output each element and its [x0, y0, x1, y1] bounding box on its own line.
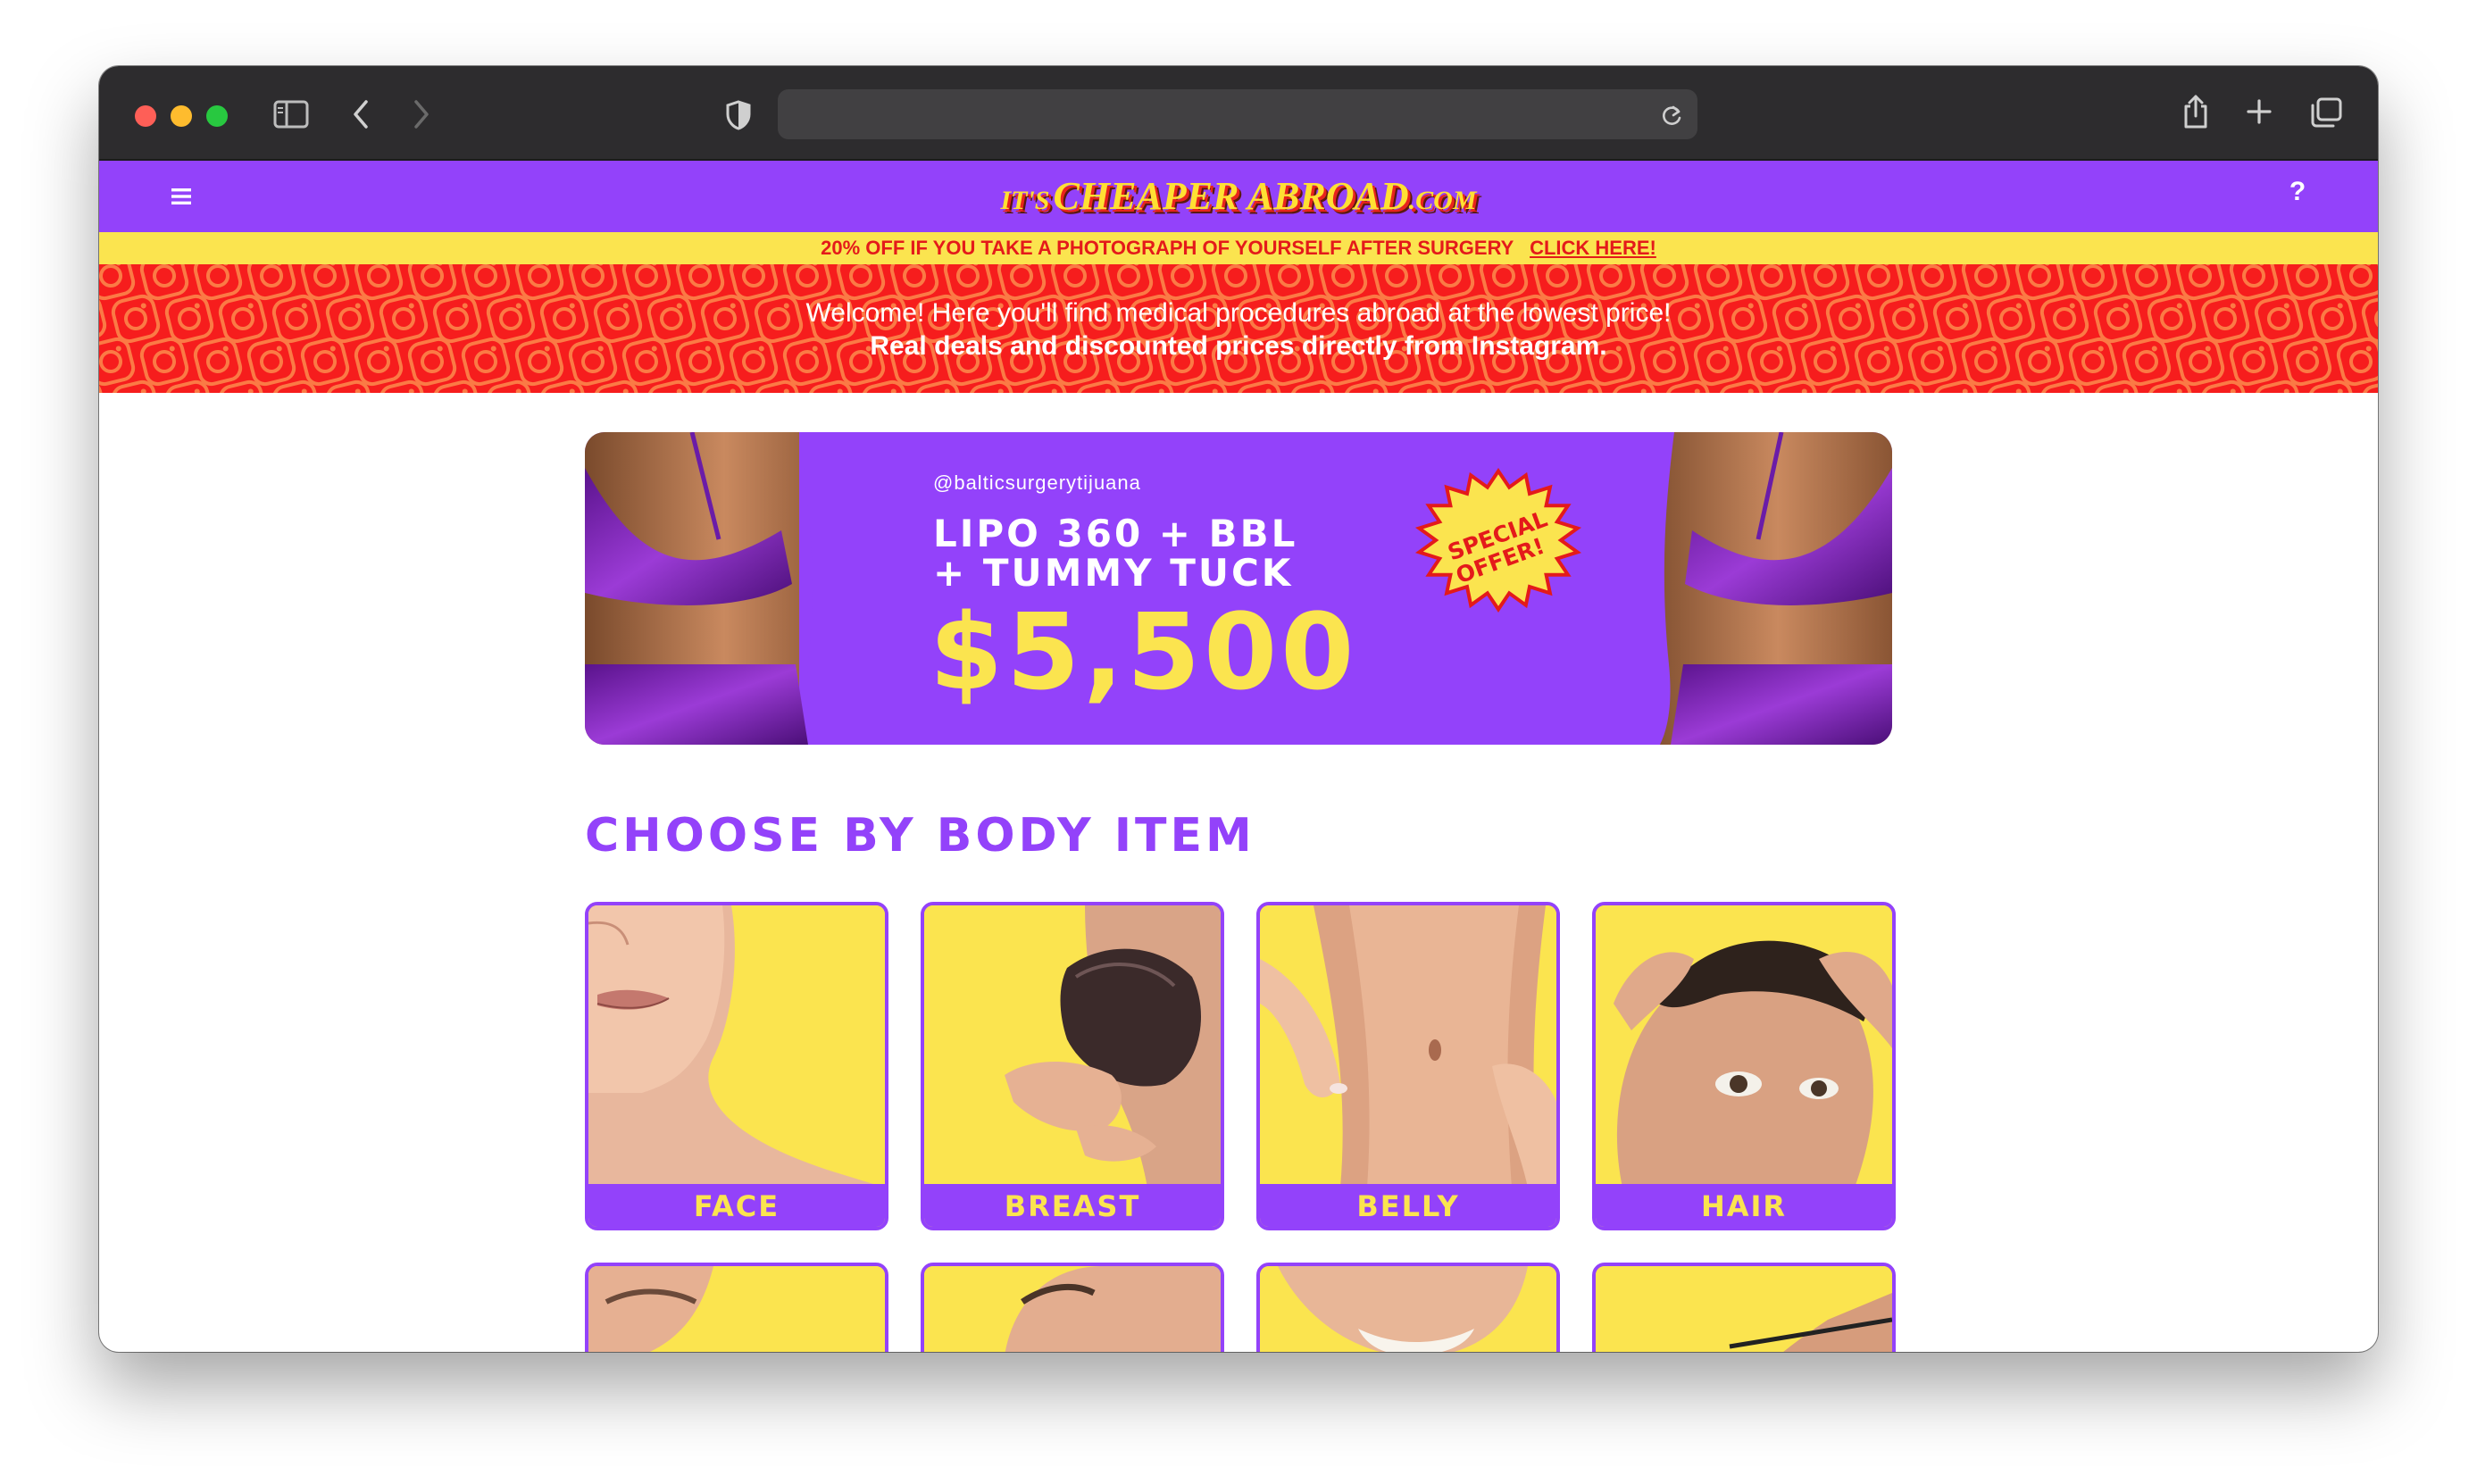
- forward-icon[interactable]: [408, 96, 435, 132]
- welcome-message: Welcome! Here you'll find medical proced…: [99, 296, 2378, 363]
- reload-icon[interactable]: [1658, 102, 1685, 129]
- instagram-glyph-icon: [1693, 264, 1743, 301]
- offer-price: $5,500: [930, 590, 1358, 713]
- torso-image-right: [1639, 432, 1892, 745]
- eye-image: [588, 1266, 885, 1352]
- logo-main: CHEAPER ABROAD: [1053, 174, 1409, 218]
- instagram-glyph-icon: [621, 264, 671, 301]
- special-offer-badge: SPECIAL OFFER!: [1414, 468, 1582, 613]
- card-teeth[interactable]: [1256, 1263, 1560, 1352]
- instagram-glyph-icon: [354, 264, 404, 301]
- instagram-glyph-icon: [2068, 264, 2118, 301]
- instagram-glyph-icon: [246, 264, 296, 301]
- offer-title-line-2: + TUMMY TUCK: [933, 551, 1294, 595]
- site-header: IT'S CHEAPER ABROAD.COM ?: [99, 161, 2378, 232]
- torso-image-left: [585, 432, 838, 745]
- belly-image: [1260, 905, 1556, 1188]
- instagram-glyph-icon: [1479, 264, 1529, 301]
- card-body[interactable]: [1592, 1263, 1896, 1352]
- card-belly[interactable]: BELLY: [1256, 902, 1560, 1230]
- instagram-glyph-icon: [836, 264, 886, 301]
- instagram-glyph-icon: [139, 264, 189, 301]
- card-brows[interactable]: [921, 1263, 1224, 1352]
- promo-banner[interactable]: @balticsurgerytijuana LIPO 360 + BBL + T…: [585, 432, 1892, 745]
- card-label: BELLY: [1260, 1184, 1556, 1227]
- share-icon[interactable]: [2180, 91, 2212, 132]
- promo-text: 20% OFF IF YOU TAKE A PHOTOGRAPH OF YOUR…: [821, 237, 1514, 259]
- instagram-glyph-icon: [1104, 264, 1154, 301]
- card-eyes[interactable]: [585, 1263, 888, 1352]
- welcome-line-1: Welcome! Here you'll find medical proced…: [805, 298, 1672, 328]
- face-image: [588, 905, 885, 1188]
- tab-overview-icon[interactable]: [2308, 95, 2344, 130]
- instagram-glyph-icon: [407, 264, 457, 301]
- instagram-glyph-icon: [729, 264, 779, 301]
- instagram-glyph-icon: [2229, 264, 2279, 301]
- instagram-glyph-icon: [1050, 264, 1100, 301]
- section-title: CHOOSE BY BODY ITEM: [585, 809, 1255, 863]
- instagram-glyph-icon: [2175, 264, 2225, 301]
- instagram-glyph-icon: [675, 264, 725, 301]
- instagram-glyph-icon: [1318, 264, 1368, 301]
- instagram-glyph-icon: [1372, 264, 1422, 301]
- sidebar-toggle-icon[interactable]: [272, 98, 310, 130]
- minimize-window-button[interactable]: [171, 105, 192, 127]
- browser-toolbar: [99, 66, 2378, 161]
- instagram-glyph-icon: [568, 264, 618, 301]
- instagram-glyph-icon: [1532, 264, 1582, 301]
- teeth-image: [1260, 1266, 1556, 1352]
- new-tab-icon[interactable]: [2244, 96, 2274, 127]
- card-label: BREAST: [924, 1184, 1221, 1227]
- instagram-glyph-icon: [1854, 264, 1904, 301]
- logo-prefix: IT'S: [1000, 186, 1050, 215]
- instagram-glyph-icon: [782, 264, 832, 301]
- hair-image: [1596, 905, 1892, 1188]
- offer-title-line-1: LIPO 360 + BBL: [933, 512, 1298, 555]
- card-face[interactable]: FACE: [585, 902, 888, 1230]
- instagram-glyph-icon: [1264, 264, 1314, 301]
- brow-image: [924, 1266, 1221, 1352]
- instagram-glyph-icon: [1586, 264, 1636, 301]
- shield-icon[interactable]: [724, 98, 753, 132]
- welcome-line-2: Real deals and discounted prices directl…: [870, 331, 1607, 361]
- instagram-glyph-icon: [193, 264, 243, 301]
- instagram-glyph-icon: [99, 264, 136, 301]
- instagram-glyph-icon: [1800, 264, 1850, 301]
- card-breast[interactable]: BREAST: [921, 902, 1224, 1230]
- welcome-band: Welcome! Here you'll find medical proced…: [99, 264, 2378, 393]
- breast-image: [924, 905, 1221, 1188]
- offer-title: LIPO 360 + BBL + TUMMY TUCK: [933, 514, 1297, 593]
- body-image: [1596, 1266, 1892, 1352]
- instagram-glyph-icon: [461, 264, 511, 301]
- instagram-glyph-icon: [514, 264, 564, 301]
- promo-link[interactable]: CLICK HERE!: [1530, 237, 1656, 259]
- instagram-glyph-icon: [997, 264, 1047, 301]
- card-hair[interactable]: HAIR: [1592, 902, 1896, 1230]
- browser-window: IT'S CHEAPER ABROAD.COM ? 20% OFF IF YOU…: [99, 66, 2378, 1352]
- site-logo[interactable]: IT'S CHEAPER ABROAD.COM: [99, 173, 2378, 219]
- logo-suffix: .COM: [1408, 186, 1477, 215]
- instagram-glyph-icon: [2122, 264, 2172, 301]
- card-label: HAIR: [1596, 1184, 1892, 1227]
- instagram-glyph-icon: [943, 264, 993, 301]
- instagram-glyph-icon: [2014, 264, 2064, 301]
- instagram-glyph-icon: [1211, 264, 1261, 301]
- zoom-window-button[interactable]: [206, 105, 228, 127]
- back-icon[interactable]: [347, 96, 374, 132]
- close-window-button[interactable]: [135, 105, 156, 127]
- instagram-glyph-icon: [1157, 264, 1207, 301]
- instagram-glyph-icon: [300, 264, 350, 301]
- instagram-glyph-icon: [889, 264, 939, 301]
- card-label: FACE: [588, 1184, 885, 1227]
- help-button[interactable]: ?: [2280, 177, 2315, 207]
- instagram-glyph-icon: [2282, 264, 2332, 301]
- instagram-glyph-icon: [1747, 264, 1797, 301]
- instagram-glyph-icon: [1639, 264, 1689, 301]
- promo-bar: 20% OFF IF YOU TAKE A PHOTOGRAPH OF YOUR…: [99, 232, 2378, 264]
- address-bar[interactable]: [778, 89, 1697, 139]
- instagram-glyph-icon: [1961, 264, 2011, 301]
- instagram-glyph-icon: [1907, 264, 1957, 301]
- instagram-handle: @balticsurgerytijuana: [933, 471, 1141, 494]
- instagram-glyph-icon: [1425, 264, 1475, 301]
